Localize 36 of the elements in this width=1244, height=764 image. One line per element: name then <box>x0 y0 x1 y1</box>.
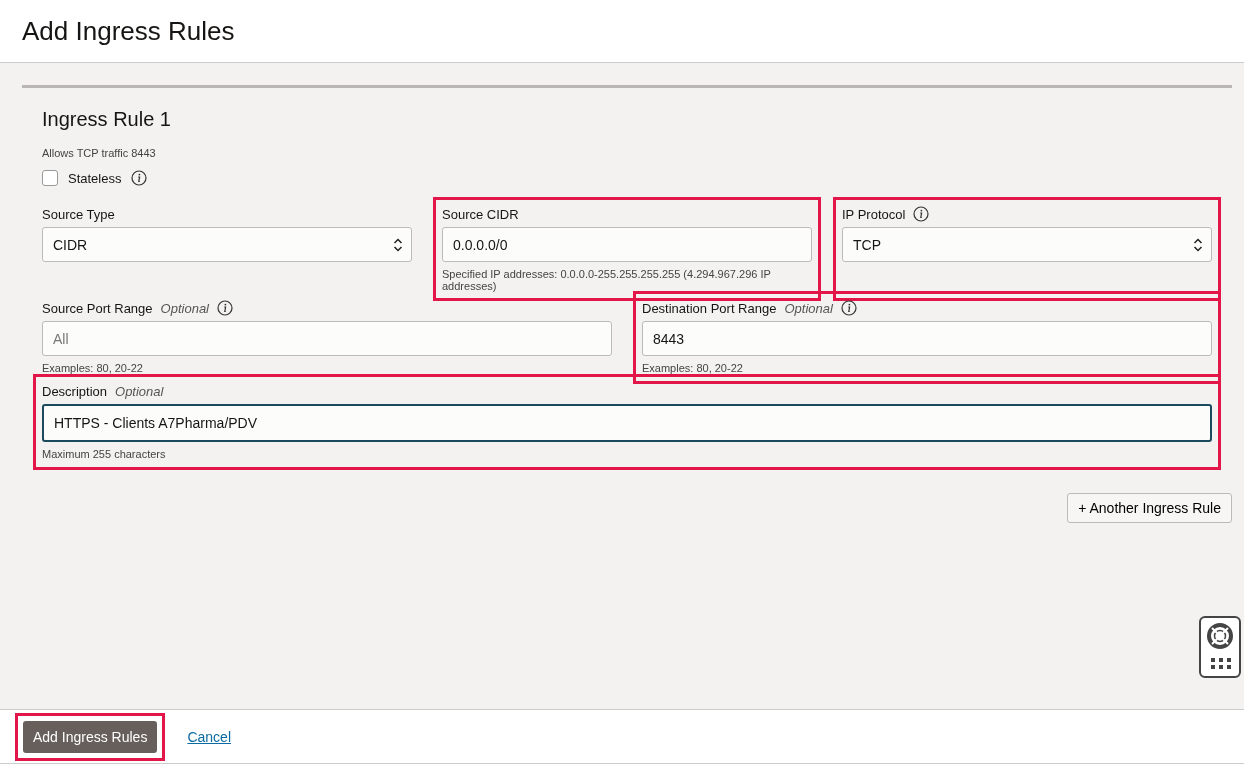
lifebuoy-icon <box>1206 622 1234 650</box>
select-field[interactable]: TCP <box>842 227 1212 262</box>
field-label: Description <box>42 383 108 399</box>
cancel-link[interactable]: Cancel <box>187 728 231 745</box>
grid-icon <box>1211 658 1231 670</box>
submit-button[interactable]: Add Ingress Rules <box>23 720 158 753</box>
rule-title: Ingress Rule 1 <box>42 108 172 131</box>
checkbox-label: Stateless <box>68 170 122 186</box>
rule-summary: Allows TCP traffic 8443 <box>42 147 157 159</box>
info-icon[interactable] <box>131 170 148 186</box>
field-label: Source Type <box>42 206 115 222</box>
field-label: Source CIDR <box>442 206 519 222</box>
page-title: Add Ingress Rules <box>22 15 235 47</box>
text-field[interactable]: 8443 <box>642 321 1212 356</box>
text-field-focused[interactable]: HTTPS - Clients A7Pharma/PDV <box>42 404 1212 442</box>
hint-text: Examples: 80, 20-22 <box>42 362 143 374</box>
help-widget[interactable] <box>1199 616 1241 678</box>
add-rule-button[interactable]: + Another Ingress Rule <box>1067 493 1232 523</box>
optional-label: Optional <box>784 300 833 316</box>
hint-text: Specified IP addresses: 0.0.0.0-255.255.255.255 (4.294.967.296 IP addresses) <box>442 268 771 292</box>
text-field[interactable]: 0.0.0.0/0 <box>442 227 812 262</box>
field-label: IP Protocol <box>842 206 906 222</box>
info-icon[interactable] <box>217 300 233 316</box>
info-icon[interactable] <box>913 206 930 222</box>
optional-label: Optional <box>160 300 209 316</box>
text-field[interactable]: All <box>42 321 612 356</box>
info-icon[interactable] <box>840 300 857 316</box>
checkbox[interactable] <box>42 170 58 186</box>
hint-text: Examples: 80, 20-22 <box>642 362 743 374</box>
hint-text: Maximum 255 characters <box>42 448 166 460</box>
select-field[interactable]: CIDR <box>42 227 412 262</box>
field-label: Source Port Range <box>42 300 153 316</box>
up-down-chevron-icon <box>393 236 403 253</box>
field-label: Destination Port Range <box>642 300 777 316</box>
optional-label: Optional <box>115 383 164 399</box>
up-down-chevron-icon <box>1193 236 1203 253</box>
